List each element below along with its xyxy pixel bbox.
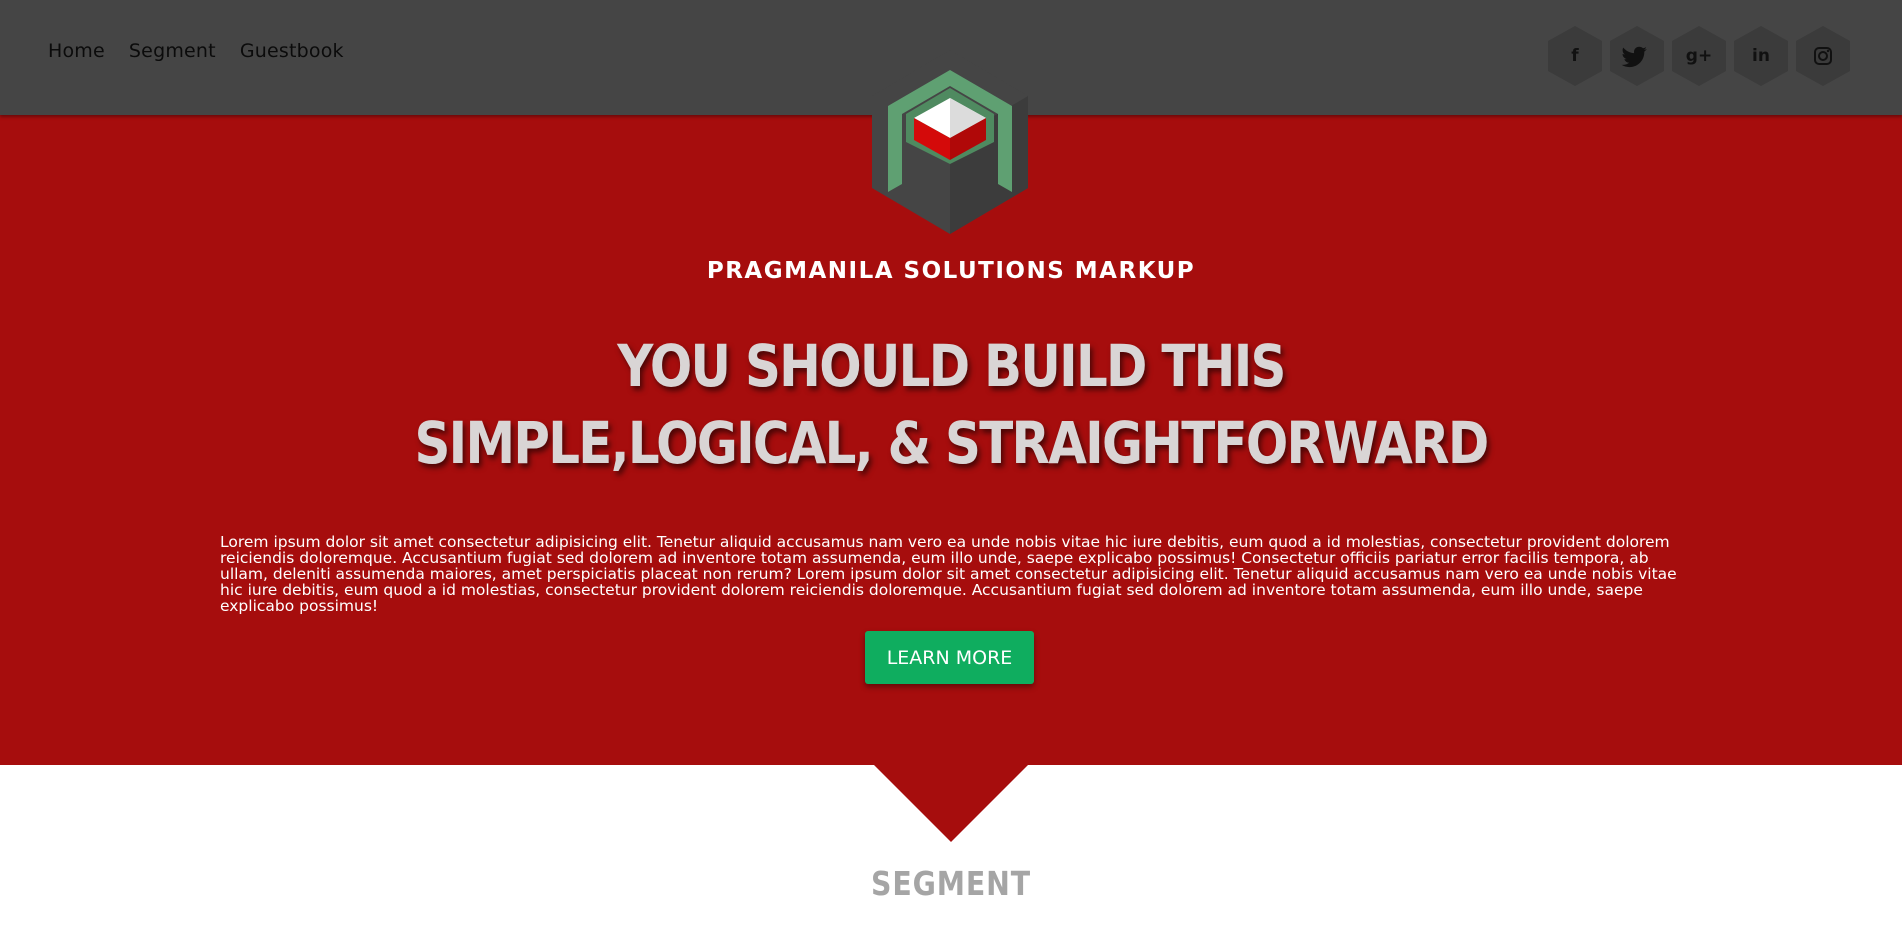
pragmanila-logo bbox=[872, 50, 1028, 234]
facebook-icon: f bbox=[1571, 46, 1579, 66]
google-plus-button[interactable]: g+ bbox=[1670, 24, 1728, 88]
google-plus-icon: g+ bbox=[1685, 46, 1713, 66]
instagram-icon bbox=[1814, 47, 1832, 65]
headline-line-2: SIMPLE,LOGICAL, & STRAIGHTFORWARD bbox=[414, 409, 1489, 477]
nav-link-guestbook[interactable]: Guestbook bbox=[240, 40, 344, 62]
hero-pointer-arrow bbox=[873, 764, 1029, 842]
facebook-button[interactable]: f bbox=[1546, 24, 1604, 88]
brand-title: PRAGMANILA SOLUTIONS MARKUP bbox=[706, 258, 1196, 284]
headline-line-1: YOU SHOULD BUILD THIS bbox=[617, 332, 1286, 400]
linkedin-button[interactable]: in bbox=[1732, 24, 1790, 88]
twitter-button[interactable] bbox=[1608, 24, 1666, 88]
linkedin-icon: in bbox=[1752, 46, 1770, 66]
nav-link-segment[interactable]: Segment bbox=[129, 40, 216, 62]
hero-body-text: Lorem ipsum dolor sit amet consectetur a… bbox=[220, 532, 1677, 615]
nav-link-home[interactable]: Home bbox=[48, 40, 105, 62]
twitter-icon bbox=[1621, 46, 1647, 68]
instagram-button[interactable] bbox=[1794, 24, 1852, 88]
learn-more-button[interactable]: LEARN MORE bbox=[865, 631, 1034, 684]
segment-heading: SEGMENT bbox=[871, 864, 1031, 903]
main-nav: Home Segment Guestbook bbox=[48, 40, 344, 62]
hero-headline: YOU SHOULD BUILD THIS SIMPLE,LOGICAL, & … bbox=[133, 328, 1769, 482]
social-links: f g+ in bbox=[1546, 24, 1852, 88]
